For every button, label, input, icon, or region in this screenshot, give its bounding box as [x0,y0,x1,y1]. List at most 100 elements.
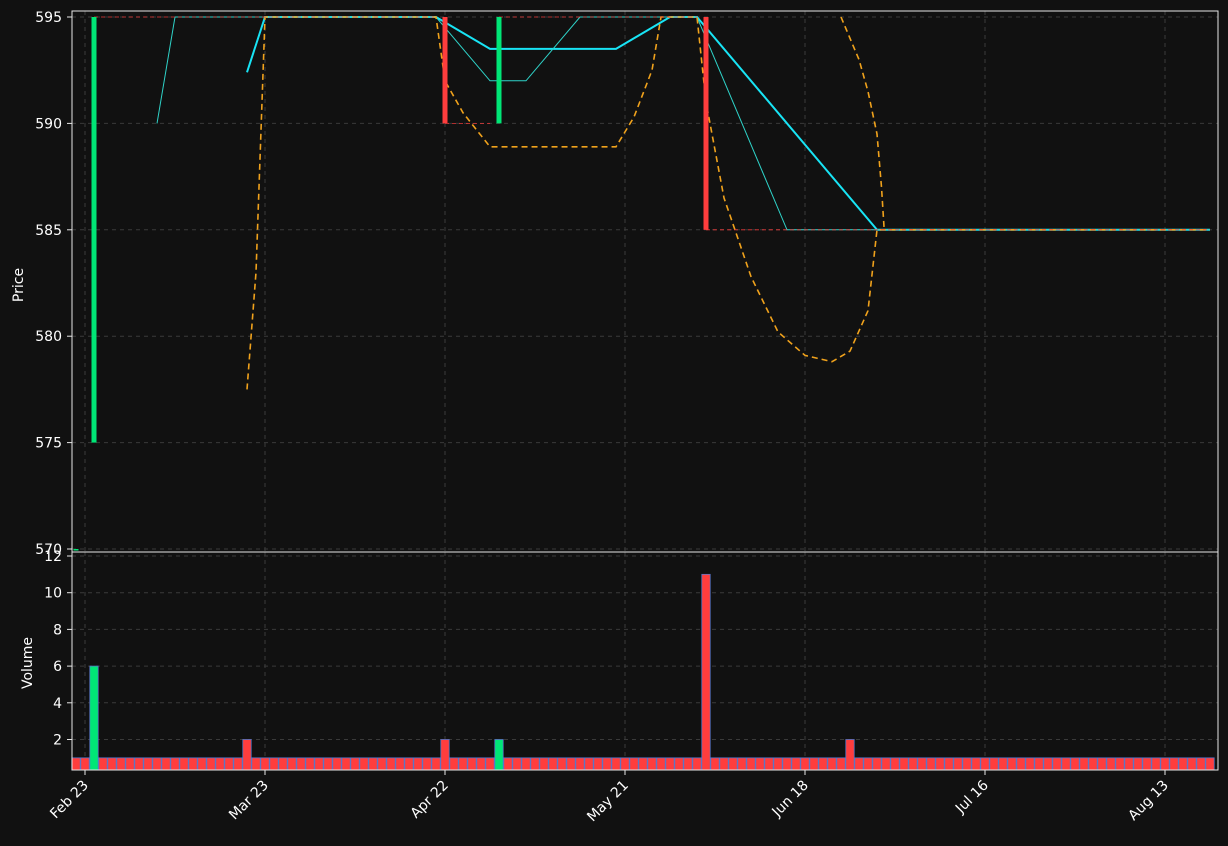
volume-bar [1025,757,1035,771]
volume-bar [1115,757,1125,771]
volume-bar [755,757,765,771]
volume-bar [314,757,324,771]
volume-bar [611,757,621,771]
chart-canvas: 570575580585590595 Price 24681012 Volume… [0,0,1228,842]
volume-bar [1142,757,1152,771]
volume-bar [1079,757,1089,771]
volume-bar [809,757,819,771]
volume-bar [818,757,828,771]
price-y-tick-label: 595 [35,10,62,26]
volume-bar [512,757,522,771]
volume-bar [98,757,108,771]
volume-bar [989,757,999,771]
volume-bar [134,757,144,771]
price-panel: 570575580585590595 Price [11,10,1219,558]
volume-bar [980,757,990,771]
volume-bar [539,757,549,771]
volume-bar [1205,757,1215,771]
volume-bar [1196,757,1206,771]
price-y-tick-label: 575 [35,436,62,452]
volume-bar [737,757,747,771]
volume-bar [350,757,360,771]
volume-bar [1106,757,1116,771]
volume-bar [116,757,126,771]
volume-bar [566,757,576,771]
volume-bar [530,757,540,771]
volume-bar [206,757,216,771]
volume-bar [476,757,486,771]
volume-bar [890,757,900,771]
volume-bar [1160,757,1170,771]
price-y-axis-label: Price [11,268,27,302]
volume-bar [665,757,675,771]
volume-bar [791,757,801,771]
volume-bar [647,757,657,771]
volume-bar [899,757,909,771]
volume-bar [305,757,315,771]
volume-bar [197,757,207,771]
volume-y-tick-label: 6 [53,659,62,675]
volume-bar [485,757,495,771]
volume-bar [908,757,918,771]
volume-bar [917,757,927,771]
volume-bar [953,757,963,771]
volume-bar [143,757,153,771]
volume-bar [179,757,189,771]
volume-bar [494,739,504,771]
volume-bar [1043,757,1053,771]
volume-bar [278,757,288,771]
stock-chart-figure: 570 575 580 585 590 595 Price 2 4 6 8 10 12 Volume… [0,0,1228,842]
volume-bar [845,739,855,771]
volume-y-axis-label: Volume [20,637,36,689]
price-candle [703,17,709,230]
volume-y-tick-label: 12 [44,549,62,565]
volume-bar [422,757,432,771]
volume-bar [548,757,558,771]
volume-bar [701,573,711,771]
volume-bar [1052,757,1062,771]
volume-y-tick-label: 8 [53,622,62,638]
volume-bar [854,757,864,771]
volume-bar [233,757,243,771]
volume-bar [269,757,279,771]
volume-bar [161,757,171,771]
volume-bar [341,757,351,771]
price-candle [73,549,79,551]
volume-bar [323,757,333,771]
volume-bar [413,757,423,771]
volume-axes-face [72,552,1218,770]
volume-bar [719,757,729,771]
volume-bar [170,757,180,771]
volume-bar [386,757,396,771]
volume-bar [1187,757,1197,771]
volume-bar [1124,757,1134,771]
volume-bar [440,739,450,771]
volume-bar [359,757,369,771]
price-y-tick-label: 590 [35,116,62,132]
volume-bar [557,757,567,771]
price-candle [442,17,448,124]
volume-bar [827,757,837,771]
volume-bar [107,757,117,771]
volume-bar [935,757,945,771]
volume-bar [89,665,99,771]
volume-bar [800,757,810,771]
volume-bar [620,757,630,771]
volume-bar [656,757,666,771]
price-y-tick-label: 580 [35,329,62,345]
price-candle [91,17,97,443]
volume-bar [683,757,693,771]
volume-bar [296,757,306,771]
volume-bar [449,757,459,771]
volume-y-tick-label: 10 [44,586,62,602]
volume-bar [1097,757,1107,771]
volume-bar [584,757,594,771]
volume-bar [1169,757,1179,771]
volume-bar [1061,757,1071,771]
volume-bar [593,757,603,771]
volume-bar [872,757,882,771]
volume-bar [674,757,684,771]
volume-bar [404,757,414,771]
volume-bar [1133,757,1143,771]
volume-bar [260,757,270,771]
